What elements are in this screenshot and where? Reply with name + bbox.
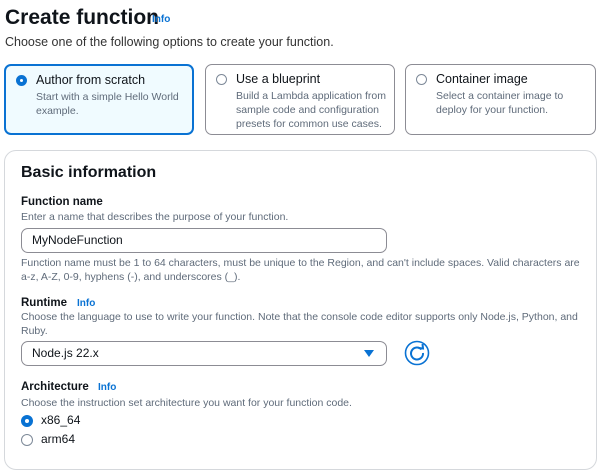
function-name-label: Function name <box>21 196 103 208</box>
option-desc: Build a Lambda application from sample c… <box>236 90 387 130</box>
function-name-desc: Enter a name that describes the purpose … <box>21 211 289 223</box>
runtime-value: Node.js 22.x <box>32 346 99 360</box>
refresh-icon[interactable] <box>404 340 430 366</box>
architecture-info-link[interactable]: Info <box>98 382 116 393</box>
option-desc: Select a container image to deploy for y… <box>436 90 564 116</box>
radio-icon[interactable] <box>416 74 427 85</box>
radio-icon[interactable] <box>21 434 33 446</box>
radio-selected-icon[interactable] <box>16 75 27 86</box>
page-subtitle: Choose one of the following options to c… <box>5 35 334 49</box>
function-name-help: Function name must be 1 to 64 characters… <box>21 257 580 283</box>
architecture-desc: Choose the instruction set architecture … <box>21 397 352 409</box>
option-title: Container image <box>436 72 528 86</box>
runtime-select[interactable]: Node.js 22.x <box>21 341 387 366</box>
option-container-image[interactable]: Container image Select a container image… <box>405 64 596 135</box>
function-name-input[interactable]: MyNodeFunction <box>21 228 387 253</box>
caret-down-icon <box>364 350 374 357</box>
runtime-label: Runtime <box>21 297 67 309</box>
runtime-info-link[interactable]: Info <box>77 298 95 309</box>
runtime-desc: Choose the language to use to write your… <box>21 311 578 337</box>
option-label: arm64 <box>41 432 76 446</box>
option-title: Use a blueprint <box>236 72 321 86</box>
architecture-label: Architecture <box>21 381 89 393</box>
option-label: x86_64 <box>41 413 81 427</box>
option-use-blueprint[interactable]: Use a blueprint Build a Lambda applicati… <box>205 64 395 135</box>
section-heading: Basic information <box>21 164 157 181</box>
radio-icon[interactable] <box>216 74 227 85</box>
option-title: Author from scratch <box>36 73 146 87</box>
info-link[interactable]: Info <box>152 14 170 25</box>
option-desc: Start with a simple Hello World example. <box>36 91 179 117</box>
page-title: Create function <box>5 6 160 29</box>
option-author-from-scratch[interactable]: Author from scratch Start with a simple … <box>4 64 194 135</box>
radio-selected-icon[interactable] <box>21 415 33 427</box>
